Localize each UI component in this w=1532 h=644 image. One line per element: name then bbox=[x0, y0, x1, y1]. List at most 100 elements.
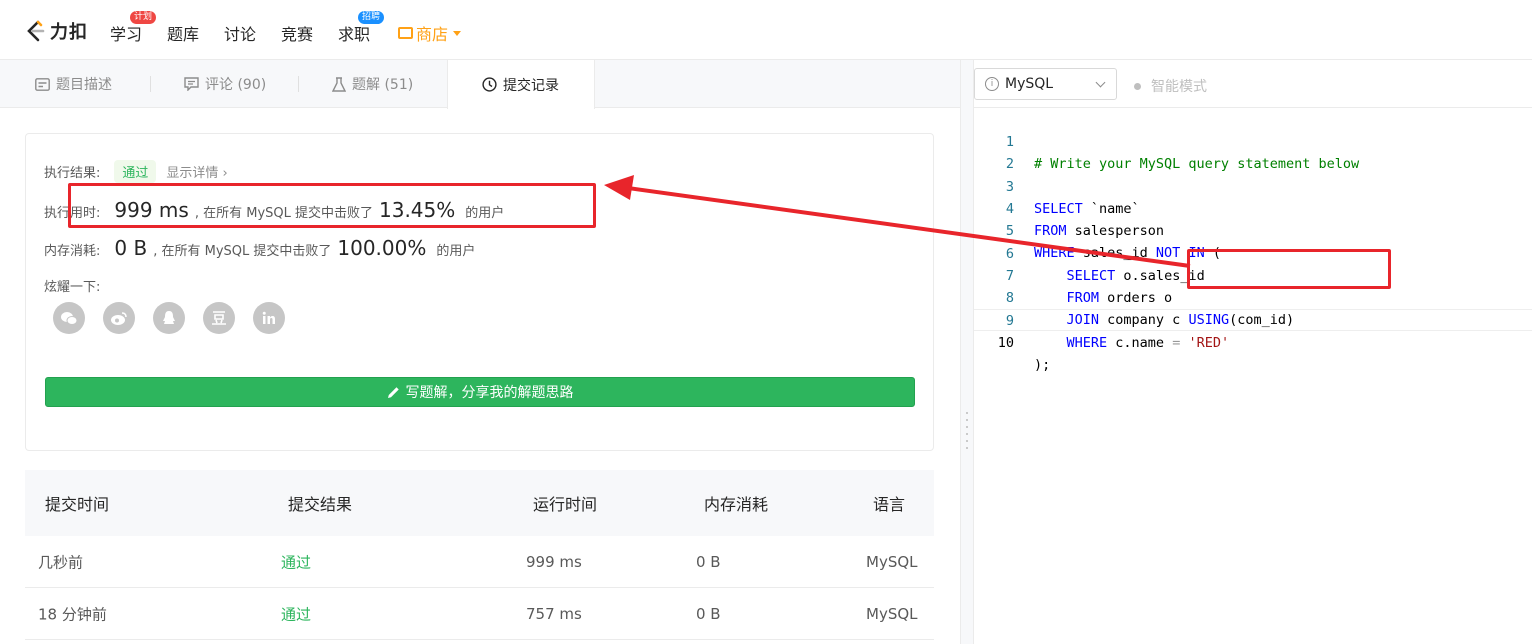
cell-result[interactable]: 通过 bbox=[281, 603, 311, 624]
code-line: 1 # Write your MySQL query statement bel… bbox=[974, 109, 1532, 172]
cell-result[interactable]: 通过 bbox=[281, 551, 311, 572]
cell-submit-time: 18 分钟前 bbox=[38, 605, 107, 623]
code-line: 6 SELECT o.sales_id bbox=[974, 221, 1532, 284]
cell-language: MySQL bbox=[866, 604, 918, 623]
tab-label: 提交记录 bbox=[503, 77, 559, 94]
cell-runtime: 757 ms bbox=[526, 604, 582, 623]
header-result: 提交结果 bbox=[288, 495, 353, 514]
problem-tabbar: 题目描述 评论 (90) 题解 (51) 提交记录 bbox=[0, 60, 960, 109]
tab-divider bbox=[298, 76, 299, 92]
cell-submit-time: 几秒前 bbox=[38, 553, 84, 571]
nav-item-contest[interactable]: 竞赛 bbox=[281, 21, 313, 45]
shop-icon bbox=[398, 27, 413, 39]
logo-text: 力扣 bbox=[50, 22, 88, 43]
code-editor[interactable]: 1 # Write your MySQL query statement bel… bbox=[974, 108, 1532, 644]
code-line-current: 10 ); bbox=[974, 309, 1532, 373]
header-language: 语言 bbox=[873, 495, 906, 514]
chevron-down-icon bbox=[1095, 77, 1106, 88]
pencil-icon bbox=[387, 386, 399, 398]
nav-item-label: 题库 bbox=[167, 25, 200, 44]
nav-item-label: 学习 bbox=[110, 25, 143, 44]
memory-tail-text: 的用户 bbox=[436, 244, 476, 259]
flask-icon bbox=[332, 76, 346, 92]
code-line: 2 bbox=[974, 131, 1532, 172]
cell-memory: 0 B bbox=[696, 552, 721, 571]
tab-label: 题目描述 bbox=[56, 77, 112, 93]
language-value: MySQL bbox=[1005, 76, 1054, 92]
smart-mode-label: 智能模式 bbox=[1151, 79, 1207, 95]
description-icon bbox=[35, 77, 50, 91]
memory-label: 内存消耗: bbox=[44, 244, 101, 259]
write-solution-label: 写题解，分享我的解题思路 bbox=[405, 385, 574, 401]
tab-description[interactable]: 题目描述 bbox=[35, 60, 112, 108]
tab-label: 评论 (90) bbox=[205, 77, 267, 93]
language-select[interactable]: i MySQL bbox=[974, 68, 1117, 100]
plan-badge: 计划 bbox=[130, 11, 157, 24]
wechat-icon[interactable] bbox=[53, 302, 85, 334]
leetcode-logo[interactable]: 力扣 bbox=[24, 18, 88, 44]
show-details-link[interactable]: 显示详情 › bbox=[166, 162, 227, 181]
code-text: ); bbox=[1034, 357, 1051, 373]
cell-memory: 0 B bbox=[696, 604, 721, 623]
highlight-using-box bbox=[1187, 249, 1391, 289]
table-row[interactable]: 18 分钟前 通过 757 ms 0 B MySQL bbox=[25, 588, 934, 640]
nav-item-discuss[interactable]: 讨论 bbox=[224, 21, 256, 45]
weibo-icon[interactable] bbox=[103, 302, 135, 334]
code-line: 4 FROM salesperson bbox=[974, 176, 1532, 239]
memory-beat-text: , 在所有 MySQL 提交中击败了 bbox=[153, 244, 332, 259]
nav-item-jobs[interactable]: 求职 招聘 bbox=[338, 11, 385, 45]
code-line: 9 WHERE c.name = 'RED' bbox=[974, 288, 1532, 351]
share-label-row: 炫耀一下: bbox=[44, 276, 100, 295]
code-line: 3 SELECT `name` bbox=[974, 154, 1532, 217]
table-header: 提交时间 提交结果 运行时间 内存消耗 语言 bbox=[25, 470, 934, 536]
table-row[interactable]: 几秒前 通过 999 ms 0 B MySQL bbox=[25, 536, 934, 588]
memory-value: 0 B bbox=[114, 236, 148, 260]
linkedin-icon[interactable] bbox=[253, 302, 285, 334]
comment-icon bbox=[184, 77, 199, 91]
drag-handle-icon bbox=[966, 412, 968, 449]
submission-result-card: 执行结果: 通过 显示详情 › 执行用时: 999 ms , 在所有 MySQL… bbox=[25, 133, 934, 451]
header-submit-time: 提交时间 bbox=[45, 495, 110, 514]
top-navigation: 力扣 学习 计划 题库 讨论 竞赛 求职 招聘 商店 bbox=[0, 0, 1532, 60]
code-text: WHERE c.name = 'RED' bbox=[1066, 335, 1230, 351]
submissions-table: 提交时间 提交结果 运行时间 内存消耗 语言 几秒前 通过 999 ms 0 B… bbox=[25, 470, 934, 640]
tab-label: 题解 (51) bbox=[352, 77, 414, 93]
nav-item-study[interactable]: 学习 计划 bbox=[110, 11, 157, 45]
tab-submissions[interactable]: 提交记录 bbox=[447, 60, 595, 109]
nav-item-label: 讨论 bbox=[224, 25, 257, 44]
share-buttons bbox=[53, 302, 285, 334]
pane-resize-handle[interactable] bbox=[960, 60, 974, 644]
cell-runtime: 999 ms bbox=[526, 552, 582, 571]
hiring-badge: 招聘 bbox=[358, 11, 385, 24]
cell-language: MySQL bbox=[866, 552, 918, 571]
result-status-row: 执行结果: 通过 显示详情 › bbox=[44, 160, 228, 183]
nav-item-problems[interactable]: 题库 bbox=[167, 21, 199, 45]
memory-row: 内存消耗: 0 B , 在所有 MySQL 提交中击败了 100.00% 的用户 bbox=[44, 236, 475, 260]
nav-item-label: 求职 bbox=[338, 25, 371, 44]
smart-mode-toggle[interactable]: 智能模式 bbox=[1134, 76, 1207, 96]
shop-label: 商店 bbox=[416, 25, 449, 44]
caret-down-icon bbox=[453, 30, 462, 36]
logo-icon bbox=[27, 20, 45, 42]
header-runtime: 运行时间 bbox=[533, 495, 598, 514]
qq-icon[interactable] bbox=[153, 302, 185, 334]
status-badge: 通过 bbox=[114, 160, 157, 183]
tab-solutions[interactable]: 题解 (51) bbox=[332, 60, 413, 108]
nav-item-shop[interactable]: 商店 bbox=[398, 21, 462, 45]
clock-icon bbox=[482, 77, 497, 92]
tab-divider bbox=[150, 76, 151, 92]
nav-item-label: 竞赛 bbox=[281, 25, 314, 44]
smart-mode-dot-icon bbox=[1134, 82, 1141, 90]
status-label: 执行结果: bbox=[44, 166, 101, 181]
write-solution-button[interactable]: 写题解，分享我的解题思路 bbox=[45, 377, 915, 407]
memory-percentile: 100.00% bbox=[337, 236, 427, 260]
line-number: 10 bbox=[997, 335, 1014, 351]
highlight-runtime-box bbox=[68, 183, 596, 228]
tab-comments[interactable]: 评论 (90) bbox=[184, 60, 266, 108]
header-memory: 内存消耗 bbox=[704, 495, 769, 514]
douban-icon[interactable] bbox=[203, 302, 235, 334]
code-line: 5 WHERE sales_id NOT IN ( bbox=[974, 198, 1532, 261]
share-label: 炫耀一下: bbox=[44, 280, 101, 295]
editor-toolbar: i MySQL 智能模式 bbox=[974, 60, 1532, 108]
info-icon: i bbox=[985, 77, 999, 91]
